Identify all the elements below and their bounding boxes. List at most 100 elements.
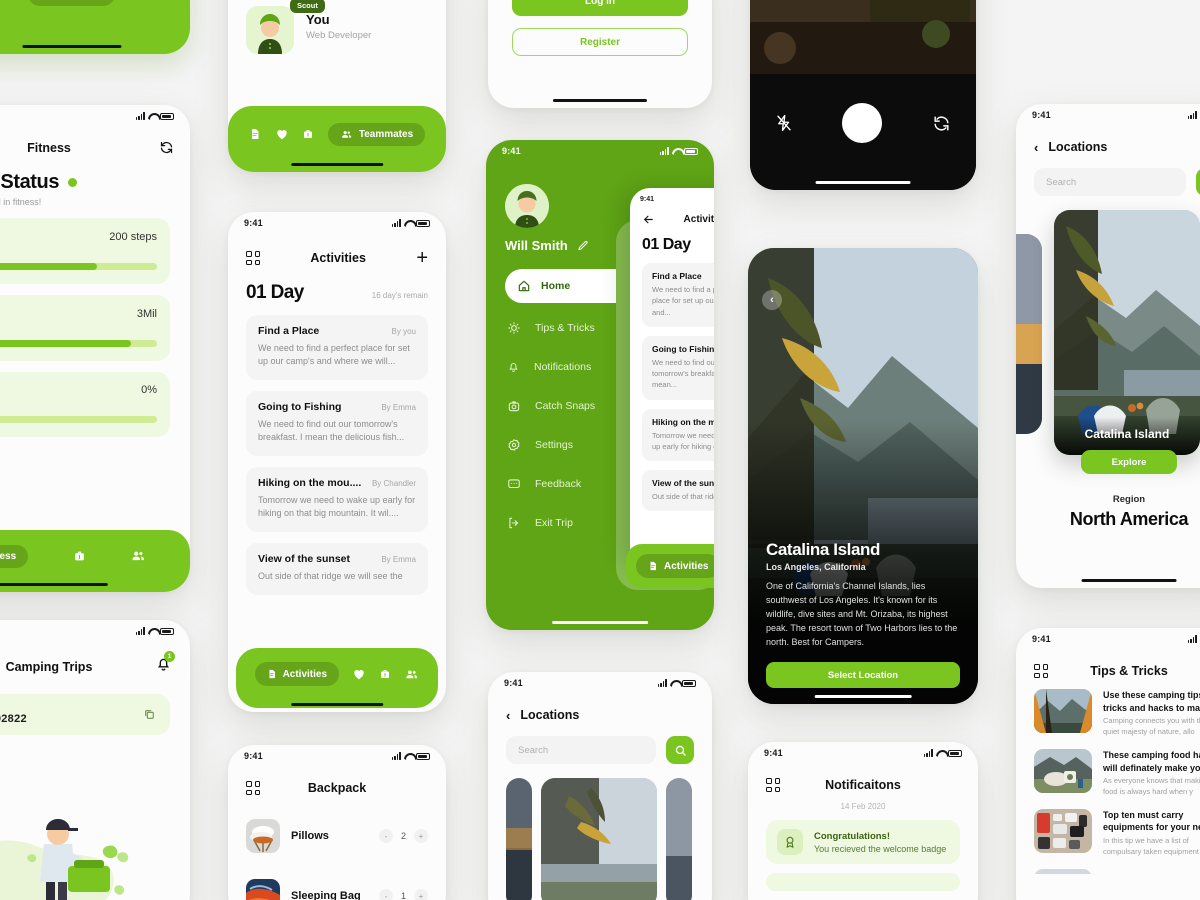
notifications-date: 14 Feb 2020 <box>840 802 886 811</box>
front-activity-card[interactable]: Hiking on the mou... Tomorrow we need to… <box>642 408 714 461</box>
carousel-card-current[interactable]: Catalina Island <box>1054 210 1200 455</box>
increment-button[interactable]: + <box>414 829 428 843</box>
select-location-button[interactable]: Select Location <box>766 662 960 688</box>
item-thumbnail <box>246 879 280 900</box>
backpack-icon[interactable] <box>379 667 391 681</box>
page-title: Backpack <box>307 780 367 795</box>
search-icon <box>675 745 686 756</box>
profile-row[interactable]: You Web Developer <box>228 0 446 54</box>
screen-side-drawer: 9:41 Will Smith Home Tips & Tricks Notif… <box>486 140 714 630</box>
screen-camera <box>750 0 976 190</box>
notification-item[interactable]: Congratulations! You recieved the welcom… <box>766 820 960 864</box>
tip-item[interactable]: Use these camping tips, tricks and hacks… <box>1016 678 1200 738</box>
fitness-card-hiking[interactable]: Hiking 3Mil 90% <box>0 295 170 361</box>
location-card-row[interactable] <box>488 764 712 900</box>
search-input[interactable]: Search <box>506 736 656 764</box>
explore-button[interactable]: Explore <box>1081 450 1177 474</box>
heart-icon[interactable] <box>0 0 2 2</box>
bottom-nav[interactable]: Activities <box>236 648 438 708</box>
location-card-current[interactable] <box>541 778 657 900</box>
front-activity-card[interactable]: Find a Place We need to find a perfect p… <box>642 263 714 327</box>
refresh-icon[interactable] <box>159 140 174 155</box>
location-card-prev[interactable] <box>506 778 532 900</box>
activity-card[interactable]: Find a Place By you We need to find a pe… <box>246 315 428 381</box>
decrement-button[interactable]: - <box>379 889 393 900</box>
edit-icon[interactable] <box>577 240 589 252</box>
activity-card[interactable]: Going to Fishing By Emma We need to find… <box>246 391 428 457</box>
backpack-item[interactable]: Pillows - 2 + <box>228 809 446 853</box>
quantity-stepper[interactable]: - 1 + <box>379 889 428 900</box>
back-chevron-icon[interactable]: ‹ <box>1034 141 1038 154</box>
shutter-button[interactable] <box>842 103 883 143</box>
flash-off-icon[interactable] <box>775 114 793 132</box>
front-day-label: 01 Day <box>642 236 691 253</box>
screen-tips-tricks: 9:41 Tips & Tricks Use these camping tip… <box>1016 628 1200 900</box>
camera-controls[interactable] <box>750 74 976 190</box>
fitness-card-swim[interactable]: Swim 0% 0% <box>0 372 170 438</box>
backpack-icon[interactable] <box>73 549 86 563</box>
fitness-card-running[interactable]: Running 200 steps 80% <box>0 218 170 284</box>
avatar[interactable] <box>505 184 549 228</box>
increment-button[interactable]: + <box>414 889 428 900</box>
fitness-percent: 80% <box>0 247 157 257</box>
badge-icon <box>777 829 803 855</box>
activities-icon[interactable] <box>249 127 261 141</box>
add-activity-button[interactable]: + <box>416 248 428 268</box>
screen-locations-carousel: 9:41 ‹ Locations Search Catalina Island … <box>1016 104 1200 588</box>
teammates-icon[interactable] <box>404 668 419 681</box>
activity-card[interactable]: Hiking on the mou.... By Chandler Tomorr… <box>246 467 428 533</box>
trip-code-value: CAMP21992822 <box>0 713 27 725</box>
back-arrow-icon[interactable] <box>642 213 655 226</box>
search-button[interactable] <box>1196 168 1200 196</box>
quantity-value: 1 <box>400 891 406 900</box>
activity-card[interactable]: View of the sunset By Emma Out side of t… <box>246 543 428 596</box>
region-value-row[interactable]: Europe North America <box>1016 509 1200 530</box>
tip-item-partial[interactable] <box>1016 858 1200 874</box>
screen-activities: 9:41 Activities + 01 Day 16 day's remain… <box>228 212 446 712</box>
bell-icon <box>507 360 520 374</box>
quantity-stepper[interactable]: - 2 + <box>379 829 428 843</box>
grid-menu-icon[interactable] <box>766 778 780 792</box>
copy-icon[interactable] <box>143 708 156 721</box>
back-chevron-icon[interactable]: ‹ <box>506 709 510 722</box>
login-button[interactable]: Log in <box>488 0 712 16</box>
nav-pill-activities[interactable]: Activities <box>636 554 714 578</box>
decrement-button[interactable]: - <box>379 829 393 843</box>
teammates-icon[interactable] <box>130 549 146 563</box>
nav-pill-fitness[interactable]: Fitness <box>0 544 29 568</box>
fitness-subtitle: You are very good in fitness! <box>0 197 42 207</box>
teammates-icon[interactable] <box>141 0 157 1</box>
front-bottom-nav[interactable]: Activities <box>626 544 714 588</box>
front-activity-card[interactable]: View of the sunset Out side of that ridg… <box>642 470 714 512</box>
drawer-front-screen[interactable]: 9:41 Activities 01 Day Find a Place We n… <box>630 188 714 570</box>
location-carousel[interactable]: Catalina Island Explore <box>1016 210 1200 474</box>
activity-desc: We need to find a perfect place for set … <box>258 343 410 367</box>
back-chevron-icon[interactable]: ‹ <box>762 290 782 310</box>
search-input[interactable]: Search <box>1034 168 1186 196</box>
grid-menu-icon[interactable] <box>246 251 260 265</box>
status-bar: 9:41 <box>1016 104 1200 126</box>
heart-icon[interactable] <box>352 667 366 681</box>
location-card-next[interactable] <box>666 778 692 900</box>
heart-icon[interactable] <box>275 127 289 141</box>
notification-item[interactable] <box>766 873 960 891</box>
register-button[interactable]: Register <box>488 28 712 56</box>
backpack-item[interactable]: Sleeping Bag - 1 + <box>228 869 446 900</box>
status-icons <box>135 112 174 120</box>
battery-icon <box>416 219 430 227</box>
grid-menu-icon[interactable] <box>1034 664 1048 678</box>
search-button[interactable] <box>666 736 694 764</box>
carousel-card-prev[interactable] <box>1016 234 1042 434</box>
camera-flip-icon[interactable] <box>932 114 951 133</box>
tip-item[interactable]: These camping food hacks will definately… <box>1016 738 1200 798</box>
front-activity-card[interactable]: Going to Fishing We need to find out our… <box>642 335 714 400</box>
bell-icon[interactable]: 1 <box>155 651 175 673</box>
nav-pill-backpack[interactable]: Backpack <box>27 0 116 6</box>
bottom-nav[interactable]: Backpack <box>0 0 190 6</box>
tip-item[interactable]: Top ten must carry equipments for your n… <box>1016 798 1200 858</box>
home-indicator <box>291 162 383 166</box>
trip-code-card[interactable]: Your trip code CAMP21992822 <box>0 694 170 735</box>
nav-pill-activities[interactable]: Activities <box>254 662 340 686</box>
nav-pill-teammates[interactable]: Teammates <box>327 122 426 146</box>
backpack-icon[interactable] <box>302 127 314 141</box>
